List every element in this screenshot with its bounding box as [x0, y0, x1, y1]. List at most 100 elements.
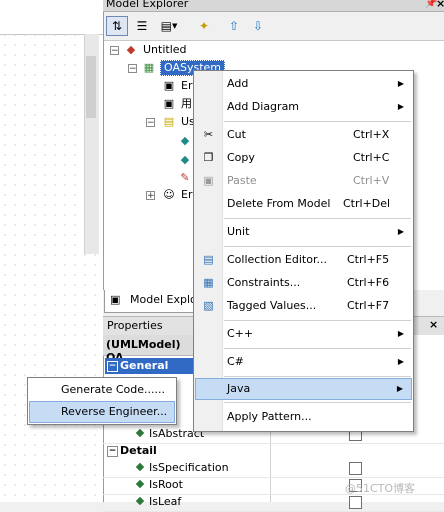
- submenu-arrow-icon: ▶: [397, 79, 404, 88]
- menu-label: C++: [227, 327, 254, 340]
- collapse-icon[interactable]: −: [107, 446, 118, 457]
- menu-separator: [224, 348, 411, 349]
- menu-item-delete-from-model[interactable]: Delete From Model Ctrl+Del: [195, 193, 412, 215]
- property-icon: [135, 462, 145, 472]
- usecase-icon: ◆: [180, 134, 190, 147]
- watermark: @51CTO博客: [345, 482, 416, 495]
- package-icon: ▤: [163, 115, 175, 128]
- category-general[interactable]: − General: [105, 358, 193, 374]
- arrow-down-icon: ⇩: [252, 19, 264, 33]
- model-explorer-tab-icon: ▣: [110, 293, 121, 306]
- menu-label: Cut: [227, 128, 246, 141]
- tree-node-untitled[interactable]: − ◆ Untitled: [110, 42, 210, 58]
- collapse-icon[interactable]: −: [146, 118, 155, 128]
- menu-item-reverse-engineer[interactable]: Reverse Engineer...: [29, 401, 175, 423]
- tree-label: 用: [181, 97, 192, 110]
- menu-item-cut[interactable]: ✂ Cut Ctrl+X: [195, 124, 412, 146]
- submenu-arrow-icon: ▶: [397, 102, 404, 111]
- menu-item-apply-pattern[interactable]: Apply Pattern...: [195, 406, 412, 428]
- menu-separator: [224, 246, 411, 247]
- menu-label: Add: [227, 77, 249, 90]
- menu-item-collection-editor[interactable]: ▤ Collection Editor... Ctrl+F5: [195, 249, 412, 271]
- menu-item-constraints[interactable]: ▦ Constraints... Ctrl+F6: [195, 272, 412, 294]
- menu-label: Tagged Values...: [227, 299, 317, 312]
- submenu-arrow-icon: ▶: [397, 357, 404, 366]
- category-detail[interactable]: − Detail: [105, 443, 193, 459]
- menu-label: Reverse Engineer...: [61, 405, 168, 418]
- menu-item-csharp[interactable]: C# ▶: [195, 351, 412, 373]
- menu-shortcut: Ctrl+Del: [343, 197, 391, 210]
- menu-item-cpp[interactable]: C++ ▶: [195, 323, 412, 345]
- menu-item-copy[interactable]: ❐ Copy Ctrl+C: [195, 147, 412, 169]
- close-icon[interactable]: ×: [429, 318, 438, 331]
- tree-node[interactable]: ▣ 用: [160, 96, 192, 112]
- filter-button[interactable]: ☰: [131, 16, 153, 36]
- property-checkbox[interactable]: [349, 496, 362, 509]
- submenu-arrow-icon: ▶: [397, 227, 404, 236]
- menu-item-generate-code[interactable]: Generate Code......: [29, 379, 175, 401]
- scrollbar-thumb[interactable]: [86, 56, 96, 118]
- wand-button[interactable]: ✦: [194, 16, 214, 36]
- category-label: Detail: [120, 444, 157, 457]
- property-row[interactable]: IsSpecification: [103, 460, 444, 478]
- menu-separator: [224, 121, 411, 122]
- menu-label: Collection Editor...: [227, 253, 327, 266]
- collection-editor-icon: ▤: [203, 253, 214, 266]
- property-label: IsSpecification: [149, 461, 229, 474]
- tab-label: Model Explor: [130, 293, 202, 306]
- menu-label: Constraints...: [227, 276, 301, 289]
- collapse-icon[interactable]: −: [128, 64, 137, 74]
- menu-label: Delete From Model: [227, 197, 331, 210]
- menu-item-add-diagram[interactable]: Add Diagram ▶: [195, 96, 412, 118]
- tree-label: Untitled: [143, 43, 187, 56]
- menu-shortcut: Ctrl+C: [353, 151, 390, 164]
- collapse-icon[interactable]: −: [107, 361, 118, 372]
- magic-wand-icon: ✦: [198, 19, 210, 33]
- view-dropdown-button[interactable]: ▤ ▼: [154, 16, 184, 36]
- actor-icon: ☺: [163, 188, 175, 201]
- usecase-icon: ◆: [180, 153, 190, 166]
- model-explorer-titlebar: Model Explorer 📌 ×: [103, 0, 444, 12]
- tree-node[interactable]: ▣ Er: [160, 78, 193, 94]
- menu-label: Paste: [227, 174, 257, 187]
- tree-node[interactable]: ✎: [178, 170, 192, 186]
- property-row[interactable]: IsLeaf: [103, 494, 444, 512]
- menu-label: Copy: [227, 151, 255, 164]
- collapse-icon[interactable]: −: [110, 46, 119, 56]
- property-checkbox[interactable]: [349, 462, 362, 475]
- menu-separator: [224, 320, 411, 321]
- sort-icon: ⇅: [111, 19, 123, 33]
- menu-item-java[interactable]: Java ▶: [195, 378, 412, 400]
- menu-item-tagged-values[interactable]: ▧ Tagged Values... Ctrl+F7: [195, 295, 412, 317]
- menu-item-paste[interactable]: ▣ Paste Ctrl+V: [195, 170, 412, 192]
- property-icon: [135, 479, 145, 489]
- model-icon: ▦: [143, 61, 155, 74]
- move-up-button[interactable]: ⇧: [224, 16, 244, 36]
- tree-node[interactable]: ◆: [178, 152, 192, 168]
- diagram-icon: ▣: [163, 97, 175, 110]
- model-explorer-title: Model Explorer: [106, 0, 189, 10]
- menu-item-add[interactable]: Add ▶: [195, 73, 412, 95]
- tree-node[interactable]: − ▤ Us: [146, 114, 195, 130]
- close-icon[interactable]: ×: [436, 0, 444, 10]
- menu-label: Unit: [227, 225, 250, 238]
- menu-separator: [224, 402, 411, 403]
- list-icon: ▤: [160, 19, 172, 33]
- expand-icon[interactable]: +: [146, 191, 155, 201]
- project-icon: ◆: [126, 43, 136, 56]
- menu-item-unit[interactable]: Unit ▶: [195, 221, 412, 243]
- menu-separator: [224, 218, 411, 219]
- property-icon: [135, 428, 145, 438]
- properties-header: (UMLModel) OA: [103, 335, 193, 364]
- copy-icon: ❐: [203, 151, 214, 164]
- properties-title: Properties: [107, 319, 163, 332]
- context-menu: Add ▶ Add Diagram ▶ ✂ Cut Ctrl+X ❐ Copy …: [193, 70, 414, 432]
- tree-node[interactable]: + ☺ Er: [146, 187, 192, 203]
- java-submenu: Generate Code...... Reverse Engineer...: [27, 377, 177, 425]
- tree-node[interactable]: ◆: [178, 133, 192, 149]
- menu-shortcut: Ctrl+F5: [347, 253, 390, 266]
- menu-shortcut: Ctrl+X: [353, 128, 390, 141]
- model-explorer-toolbar: ⇅ ☰ ▤ ▼ ✦ ⇧ ⇩: [104, 12, 444, 41]
- move-down-button[interactable]: ⇩: [248, 16, 268, 36]
- sort-button[interactable]: ⇅: [106, 16, 128, 36]
